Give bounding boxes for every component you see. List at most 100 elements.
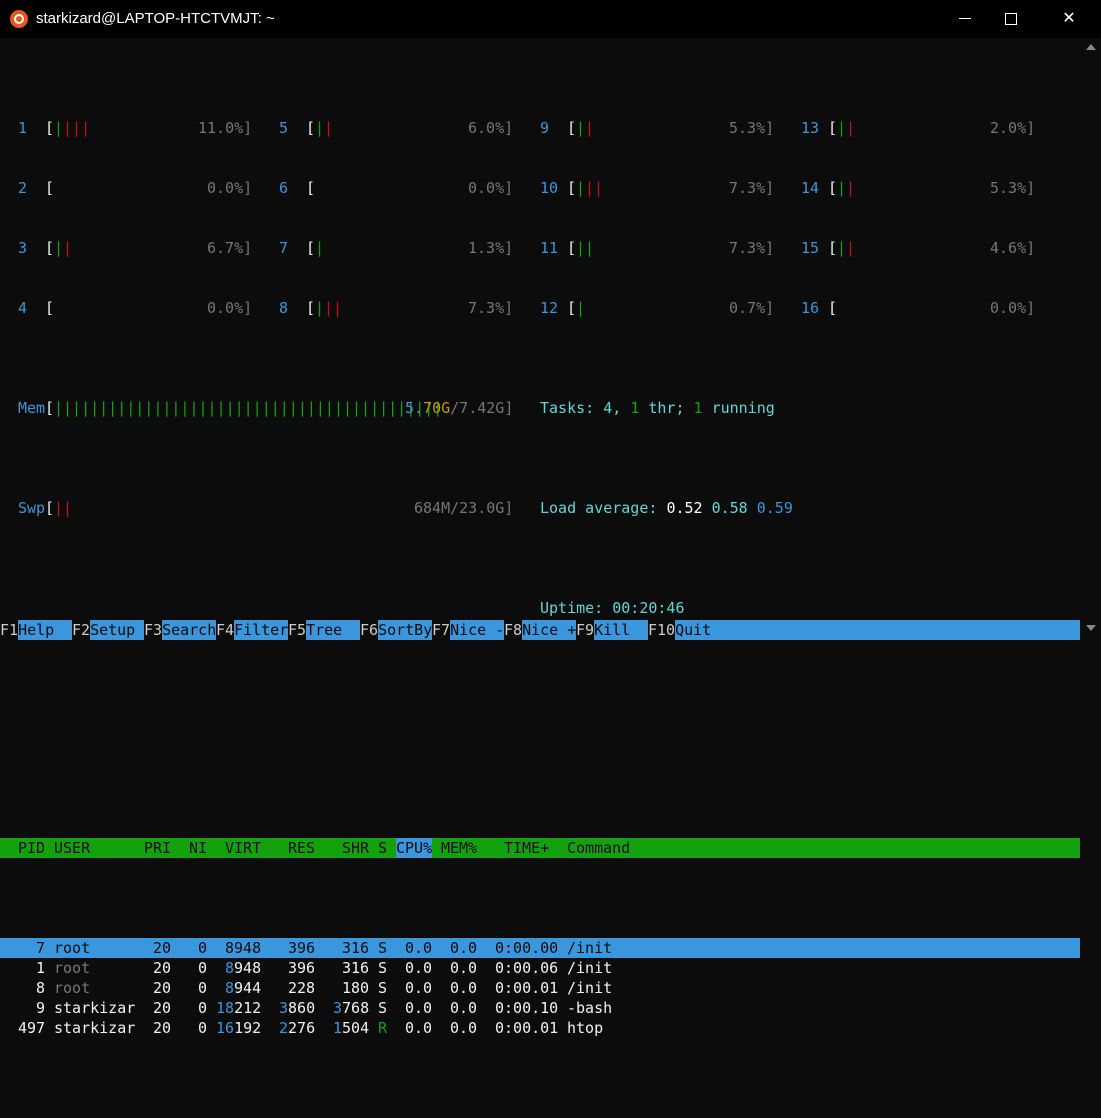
cpu-bracket-open: [ [567, 299, 577, 317]
process-virt: 8948 [225, 958, 261, 978]
process-res-part: 228 [288, 979, 316, 997]
minimize-button[interactable] [942, 0, 988, 38]
process-pid: 1 [36, 958, 45, 978]
cpu-id-label: 2 [18, 179, 28, 197]
process-time: 0:00.10 [495, 998, 558, 1018]
process-virt: 16192 [216, 1018, 261, 1038]
cpu-percent: 2.0%] [990, 119, 1036, 137]
process-mem-part: 0.0 [450, 939, 478, 957]
process-cpu-part: 0.0 [405, 959, 433, 977]
swap-label: Swp [18, 499, 46, 517]
fkey-search-button[interactable]: F3Search [144, 620, 217, 640]
fkey-help-button[interactable]: F1Help [0, 620, 73, 640]
process-nice-part: 0 [198, 979, 208, 997]
col-cpu[interactable]: CPU% [396, 838, 433, 858]
fkey-key: F10 [648, 621, 676, 639]
col-ni[interactable]: NI [189, 838, 207, 858]
fkey-nice-button[interactable]: F8Nice + [504, 620, 577, 640]
cpu-usage-bar: || [576, 238, 594, 258]
process-shr-part: 3 [333, 999, 343, 1017]
cpu-bracket-open: [ [567, 239, 577, 257]
cpu-bracket-open: [ [306, 119, 316, 137]
cpu-meter-row: 1[|||| 11.0%] 5[|| 6.0%] 9[|| 5.3%] 13[|| 2.0%] [0, 118, 1080, 138]
cpu-usage-bar: |||| [54, 118, 90, 138]
cpu-id-label: 7 [279, 239, 289, 257]
cpu-bar-segment: | [576, 299, 586, 317]
scroll-down-icon[interactable] [1086, 625, 1096, 631]
process-time-part: 0:00.06 [495, 959, 559, 977]
fkey-filter-button[interactable]: F4Filter [216, 620, 289, 640]
process-virt-part: 8 [225, 979, 235, 997]
process-cpu-part: 0.0 [405, 939, 433, 957]
cpu-id-label: 15 [801, 239, 820, 257]
process-pid-part: 7 [36, 939, 46, 957]
process-virt: 18212 [216, 998, 261, 1018]
cpu-percent: 0.0%] [207, 179, 253, 197]
mem-bracket-open: [ [45, 399, 55, 417]
col-mem[interactable]: MEM% [441, 838, 477, 858]
col-pid[interactable]: PID [18, 838, 45, 858]
process-pid: 8 [36, 978, 45, 998]
col-command[interactable]: Command [567, 838, 630, 858]
col-shr[interactable]: SHR [342, 838, 369, 858]
process-shr: 316 [342, 938, 369, 958]
cpu-id-label: 4 [18, 299, 28, 317]
process-row[interactable]: 1 root 20 0 8948 396 316 S 0.0 0.0 0:00.06/init [0, 958, 1080, 978]
col-time[interactable]: TIME+ [504, 838, 549, 858]
fkey-tree-button[interactable]: F5Tree [288, 620, 361, 640]
cpu-bracket-open: [ [45, 299, 55, 317]
process-row[interactable]: 8 root 20 0 8944 228 180 S 0.0 0.0 0:00.01/init [0, 978, 1080, 998]
process-pid-part: 9 [36, 999, 46, 1017]
col-res[interactable]: RES [288, 838, 315, 858]
fkey-quit-button[interactable]: F10Quit [648, 620, 1081, 640]
col-user[interactable]: USER [54, 838, 90, 858]
fkey-setup-button[interactable]: F2Setup [72, 620, 145, 640]
scrollbar[interactable] [1080, 38, 1101, 642]
col-virt[interactable]: VIRT [225, 838, 261, 858]
cpu-bar-segment: | [315, 239, 325, 257]
process-virt-part: 948 [234, 959, 262, 977]
cpu-percent: 7.3%] [468, 299, 514, 317]
fkey-key: F5 [288, 621, 307, 639]
process-res: 228 [288, 978, 315, 998]
cpu-bar-segment: ||| [63, 119, 91, 137]
cpu-bracket-open: [ [828, 299, 838, 317]
cpu-usage-bar: || [837, 178, 855, 198]
process-priority-part: 20 [153, 939, 172, 957]
process-time: 0:00.01 [495, 978, 558, 998]
process-row[interactable]: 9 starkizar 20 0 18212 3860 3768 S 0.0 0.0 0:00.10… [0, 998, 1080, 1018]
process-mem-part: 0.0 [450, 1019, 478, 1037]
process-mem: 0.0 [450, 978, 477, 998]
process-state: R [378, 1019, 388, 1037]
process-row[interactable]: 7 root 20 0 8948 396 316 S 0.0 0.0 0:00.00/init [0, 938, 1080, 958]
fkey-sortby-button[interactable]: F6SortBy [360, 620, 433, 640]
process-res-part: 276 [288, 1019, 316, 1037]
process-virt-part: 18 [216, 999, 235, 1017]
close-button[interactable]: ✕ [1046, 0, 1092, 38]
fkey-label: Nice + [522, 620, 577, 640]
terminal-content[interactable]: 1[|||| 11.0%] 5[|| 6.0%] 9[|| 5.3%] 13[|| 2.0%]… [0, 58, 1080, 1058]
cpu-percent: 11.0%] [198, 119, 253, 137]
process-cpu: 0.0 [405, 938, 432, 958]
cpu-bar-segment: | [837, 119, 847, 137]
process-user: root [54, 979, 91, 997]
col-pri[interactable]: PRI [144, 838, 171, 858]
scroll-up-icon[interactable] [1086, 44, 1096, 50]
fkey-kill-button[interactable]: F9Kill [576, 620, 649, 640]
fkey-key: F7 [432, 621, 451, 639]
fkey-nice-button[interactable]: F7Nice - [432, 620, 505, 640]
process-mem: 0.0 [450, 998, 477, 1018]
cpu-usage-bar: ||| [576, 178, 603, 198]
process-row[interactable]: 497 starkizar 20 0 16192 2276 1504 R 0.0 0.0 0:00.… [0, 1018, 1080, 1038]
col-state[interactable]: S [378, 838, 387, 858]
swap-bracket-open: [ [45, 499, 55, 517]
process-virt-part: 16 [216, 1019, 235, 1037]
maximize-button[interactable] [988, 0, 1034, 38]
process-shr-part: 504 [342, 1019, 370, 1037]
process-nice: 0 [198, 958, 207, 978]
tasks-summary: Tasks: 4, 1 thr; 1 running [540, 399, 775, 417]
process-nice: 0 [198, 1018, 207, 1038]
process-res-part: 2 [279, 1019, 289, 1037]
process-nice-part: 0 [198, 959, 208, 977]
